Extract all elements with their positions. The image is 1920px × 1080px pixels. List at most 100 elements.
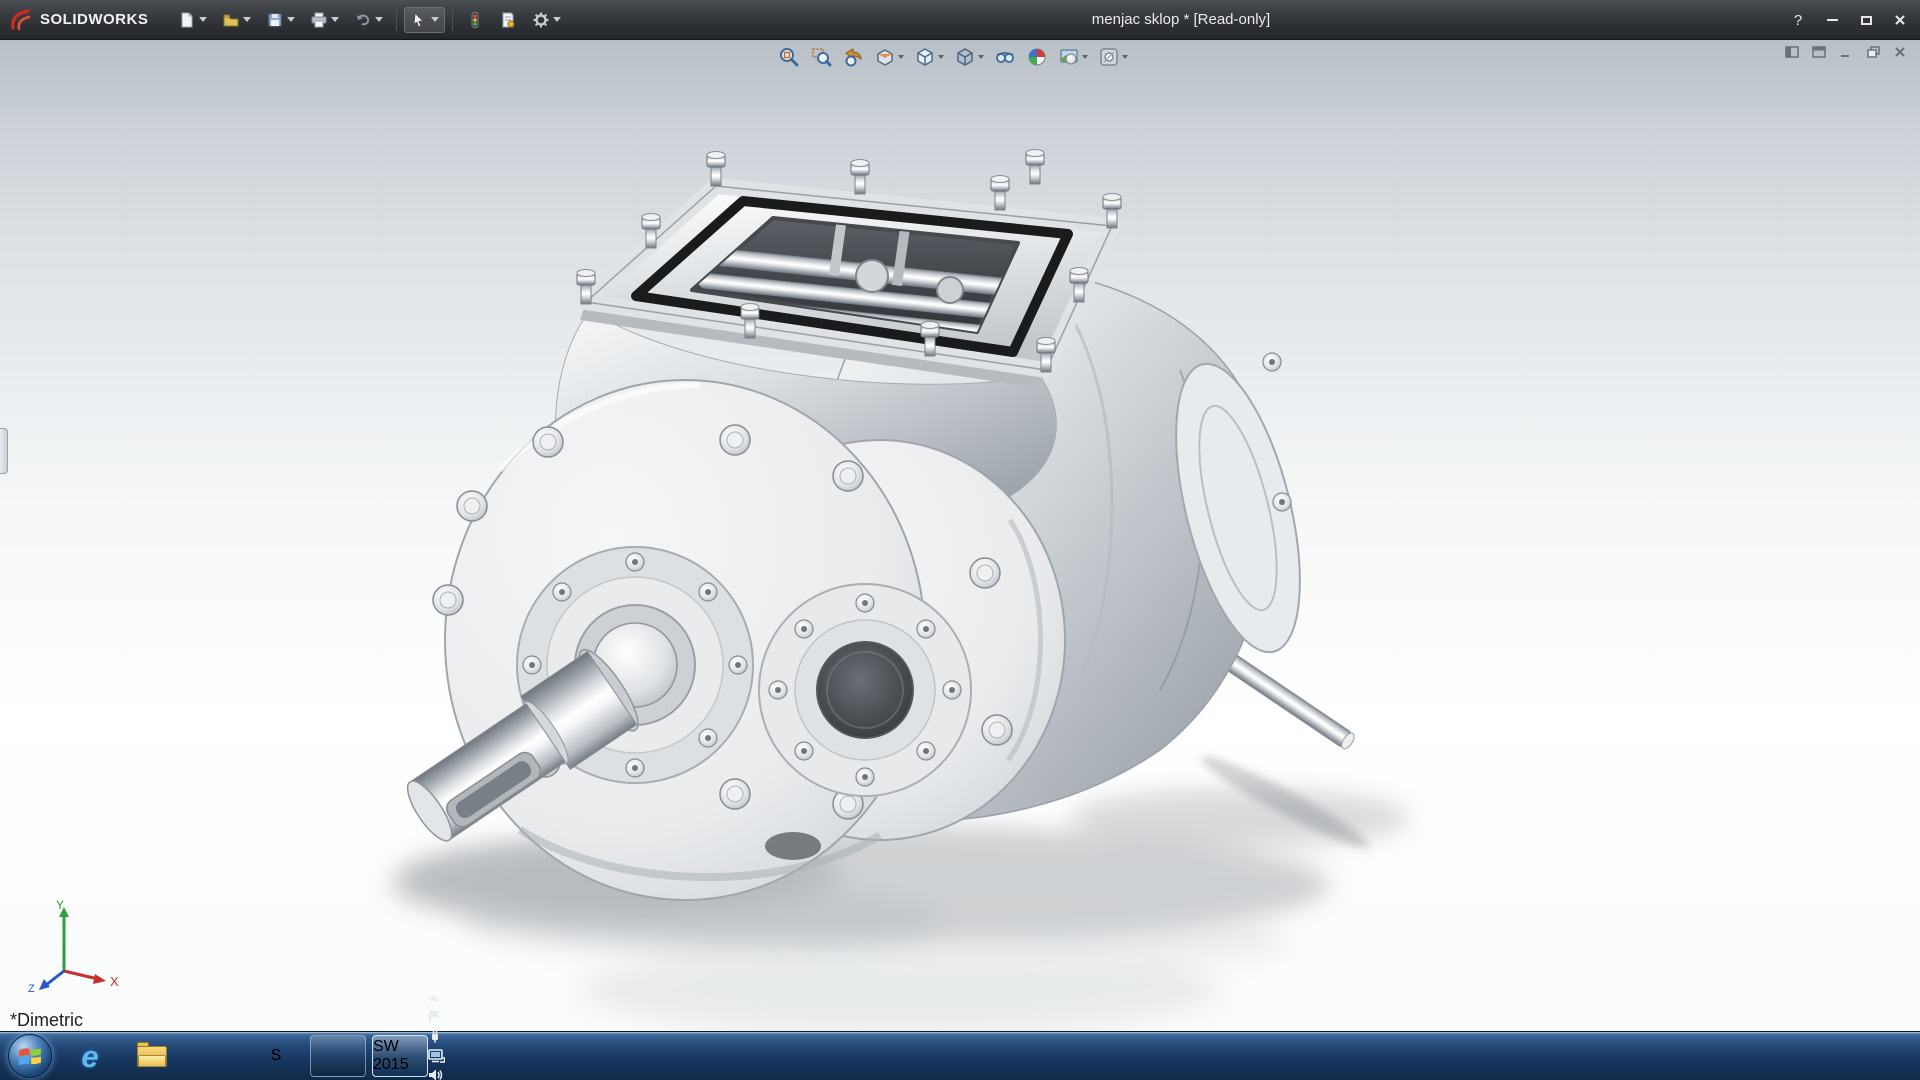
- doc-minimize-button[interactable]: [1836, 43, 1856, 60]
- undo-icon: [354, 11, 372, 29]
- show-hidden-icons-button[interactable]: [428, 990, 499, 1008]
- doc-close-button[interactable]: [1890, 43, 1910, 60]
- save-icon: [266, 11, 284, 29]
- apply-scene-icon: [1058, 46, 1080, 68]
- dropdown-caret-icon: [938, 55, 944, 59]
- dropdown-caret-icon: [431, 17, 439, 22]
- media-player-icon: [199, 1041, 229, 1071]
- system-tray: 2:15 PM 7/28/2015: [428, 990, 499, 1080]
- display-style-icon: [954, 46, 976, 68]
- internet-explorer-icon: e: [81, 1041, 98, 1072]
- feature-manager-splitter-tab[interactable]: [0, 428, 8, 474]
- select-tool-button[interactable]: [404, 7, 445, 33]
- document-window-controls: [1782, 43, 1910, 60]
- zoom-to-fit-icon: [778, 46, 800, 68]
- hide-show-items-button[interactable]: [991, 44, 1019, 70]
- action-center-flag-icon: [428, 1008, 442, 1024]
- skype-icon: S: [271, 1047, 282, 1065]
- solidworks-app-icon: SW 2015: [373, 1038, 427, 1074]
- dropdown-caret-icon: [287, 17, 295, 22]
- dropdown-caret-icon: [898, 55, 904, 59]
- solidworks-window: SOLIDWORKS: [0, 0, 1920, 1080]
- taskbar-solidworks[interactable]: SW 2015: [372, 1035, 428, 1077]
- dropdown-caret-icon: [243, 17, 251, 22]
- dropdown-caret-icon: [331, 17, 339, 22]
- titlebar: SOLIDWORKS: [0, 0, 1920, 40]
- doc-restore-button[interactable]: [1863, 43, 1883, 60]
- graphics-viewport[interactable]: Y X Z *Dimetric: [0, 40, 1920, 1031]
- triad-y-label: Y: [56, 898, 64, 912]
- solidworks-version-badge: 2015: [373, 1056, 409, 1073]
- power-plug-icon: [428, 1029, 442, 1043]
- minimize-icon: [1827, 19, 1838, 21]
- rebuild-icon: [466, 11, 484, 29]
- section-view-button[interactable]: [871, 44, 907, 70]
- view-settings-icon: [1098, 46, 1120, 68]
- taskbar-skype[interactable]: S: [248, 1035, 304, 1077]
- volume-icon: [428, 1068, 444, 1080]
- zoom-to-fit-button[interactable]: [775, 44, 803, 70]
- dropdown-caret-icon: [375, 17, 383, 22]
- display-style-button[interactable]: [951, 44, 987, 70]
- triad-x-label: X: [110, 974, 119, 989]
- open-folder-icon: [222, 11, 240, 29]
- doc-close-icon: [1894, 46, 1906, 58]
- hide-show-items-icon: [994, 46, 1016, 68]
- window-controls: ?: [1784, 0, 1914, 40]
- print-button[interactable]: [304, 7, 345, 33]
- new-document-button[interactable]: [172, 7, 213, 33]
- taskbar-windows-explorer[interactable]: [124, 1035, 180, 1077]
- view-orientation-button[interactable]: [911, 44, 947, 70]
- open-button[interactable]: [216, 7, 257, 33]
- toolbar-separator: [452, 9, 453, 31]
- reference-triad: Y X Z: [26, 893, 126, 993]
- doc-minimize-icon: [1840, 46, 1852, 58]
- maximize-icon: [1861, 16, 1872, 25]
- pane-left-button[interactable]: [1782, 43, 1802, 60]
- network-button[interactable]: [428, 1048, 499, 1068]
- view-orientation-label: *Dimetric: [10, 1010, 83, 1031]
- taskbar-internet-explorer[interactable]: e: [62, 1035, 118, 1077]
- maximize-button[interactable]: [1852, 9, 1880, 31]
- file-properties-button[interactable]: [493, 7, 523, 33]
- windows-taskbar: e S SW 2015: [0, 1031, 1920, 1080]
- options-gear-icon: [532, 11, 550, 29]
- toolbar-separator: [396, 9, 397, 31]
- action-center-button[interactable]: [428, 1008, 499, 1029]
- minimize-button[interactable]: [1818, 9, 1846, 31]
- taskbar-media-player[interactable]: [186, 1035, 242, 1077]
- select-cursor-icon: [410, 11, 428, 29]
- zoom-to-area-icon: [810, 46, 832, 68]
- dropdown-caret-icon: [1122, 55, 1128, 59]
- display-network-icon: [428, 1048, 445, 1063]
- heads-up-view-toolbar: [775, 44, 1131, 70]
- zoom-to-area-button[interactable]: [807, 44, 835, 70]
- power-button[interactable]: [428, 1029, 499, 1048]
- gearbox-3d-model[interactable]: [0, 40, 1920, 1031]
- view-orientation-cube-icon: [914, 46, 936, 68]
- help-button[interactable]: ?: [1784, 9, 1812, 31]
- view-settings-button[interactable]: [1095, 44, 1131, 70]
- pane-left-icon: [1785, 46, 1799, 58]
- file-properties-icon: [499, 11, 517, 29]
- undo-button[interactable]: [348, 7, 389, 33]
- doc-restore-icon: [1867, 46, 1880, 58]
- options-button[interactable]: [526, 7, 567, 33]
- pane-full-icon: [1812, 46, 1826, 58]
- edit-appearance-button[interactable]: [1023, 44, 1051, 70]
- brand-name: SOLIDWORKS: [40, 11, 148, 28]
- dropdown-caret-icon: [1082, 55, 1088, 59]
- taskbar-command-prompt[interactable]: [310, 1035, 366, 1077]
- previous-view-button[interactable]: [839, 44, 867, 70]
- save-button[interactable]: [260, 7, 301, 33]
- right-bearing-hub[interactable]: [759, 584, 971, 796]
- triad-z-label: Z: [28, 983, 35, 993]
- rebuild-button[interactable]: [460, 7, 490, 33]
- pane-full-button[interactable]: [1809, 43, 1829, 60]
- volume-button[interactable]: [428, 1068, 499, 1080]
- apply-scene-button[interactable]: [1055, 44, 1091, 70]
- start-button[interactable]: [8, 1034, 52, 1078]
- previous-view-icon: [842, 46, 864, 68]
- menu-bar-toolbar: [172, 7, 567, 33]
- close-button[interactable]: [1886, 9, 1914, 31]
